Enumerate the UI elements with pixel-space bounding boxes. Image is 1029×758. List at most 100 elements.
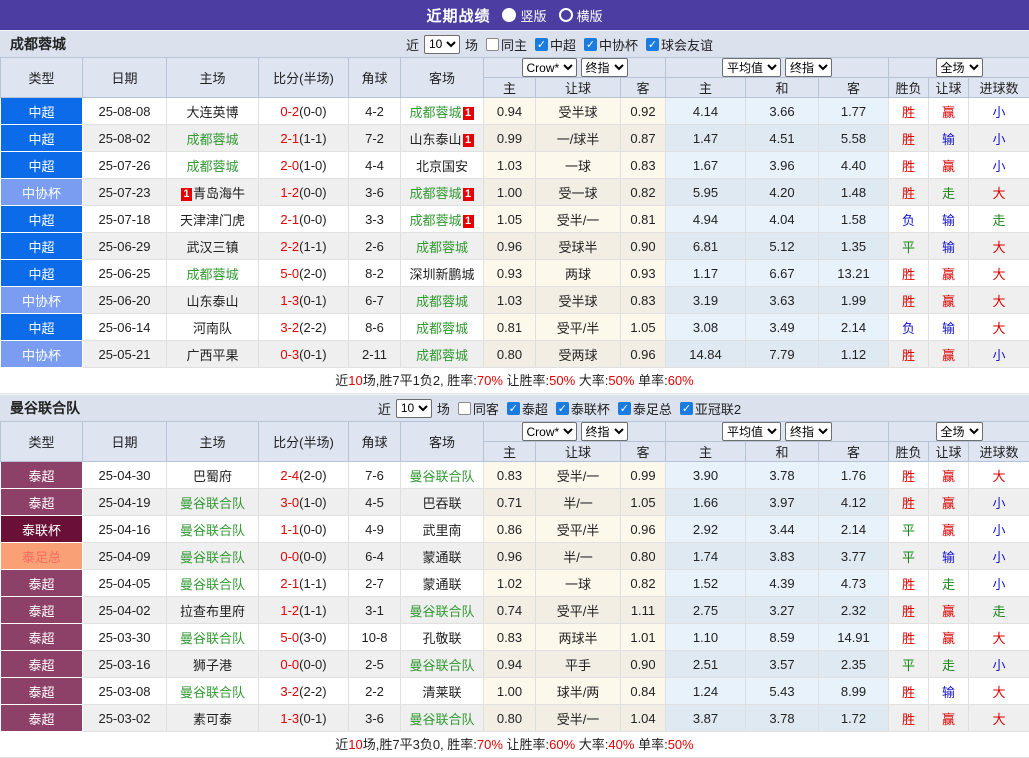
odds-stage-select[interactable]: 终指: [581, 58, 628, 77]
date-cell: 25-04-02: [83, 597, 167, 624]
radio-selected-icon[interactable]: [502, 8, 516, 22]
odds-book-select[interactable]: Crow*: [522, 422, 577, 441]
fulltime-score: 3-2: [280, 684, 299, 699]
filter-checkbox-同主[interactable]: 同主: [486, 35, 527, 54]
checkbox-checked-icon[interactable]: ✓: [646, 38, 659, 51]
avg-home-cell: 2.92: [666, 516, 746, 543]
fulltime-score: 1-2: [280, 185, 299, 200]
filter-checkbox-同客[interactable]: 同客: [458, 399, 499, 418]
filter-checkbox-泰超[interactable]: ✓泰超: [507, 399, 548, 418]
result-goals-cell: 大: [969, 462, 1029, 489]
sub-column-header: 主: [484, 78, 536, 98]
checkbox-checked-icon[interactable]: ✓: [556, 402, 569, 415]
scope-select[interactable]: 全场: [936, 422, 983, 441]
result-goals-cell: 大: [969, 624, 1029, 651]
filter-controls: 近10场同主✓中超✓中协杯✓球会友谊: [406, 35, 713, 54]
checkbox-checked-icon[interactable]: ✓: [507, 402, 520, 415]
near-count-select[interactable]: 10: [424, 35, 460, 54]
avg-away-cell: 8.99: [819, 678, 889, 705]
odds-away-cell: 0.83: [621, 287, 666, 314]
near-label: 近: [406, 35, 419, 54]
odds-away-cell: 0.83: [621, 152, 666, 179]
avg-home-cell: 5.95: [666, 179, 746, 206]
avg-stage-select[interactable]: 终指: [785, 422, 832, 441]
odds-stage-select[interactable]: 终指: [581, 422, 628, 441]
result-outcome-cell: 胜: [889, 597, 929, 624]
result-outcome-cell: 平: [889, 233, 929, 260]
competition-type-cell: 泰超: [1, 489, 83, 516]
avg-home-cell: 2.51: [666, 651, 746, 678]
avg-type-select[interactable]: 平均值: [722, 58, 781, 77]
filter-checkbox-中超[interactable]: ✓中超: [535, 35, 576, 54]
avg-type-select[interactable]: 平均值: [722, 422, 781, 441]
handicap-line-cell: 球半/两: [536, 678, 621, 705]
score-cell: 0-2(0-0): [259, 98, 349, 125]
filter-checkbox-泰联杯[interactable]: ✓泰联杯: [556, 399, 610, 418]
scope-select[interactable]: 全场: [936, 58, 983, 77]
result-outcome-cell: 胜: [889, 705, 929, 732]
column-header: 角球: [349, 422, 401, 462]
date-cell: 25-07-18: [83, 206, 167, 233]
checkbox-checked-icon[interactable]: ✓: [618, 402, 631, 415]
away-team-cell: 成都蓉城: [401, 314, 484, 341]
match-row: 泰超25-04-19曼谷联合队3-0(1-0)4-5巴吞联0.71半/一1.05…: [1, 489, 1029, 516]
avg-draw-cell: 3.27: [746, 597, 819, 624]
team-label: 武汉三镇: [186, 240, 238, 255]
result-goals-cell: 小: [969, 516, 1029, 543]
avg-stage-select[interactable]: 终指: [785, 58, 832, 77]
odds-home-cell: 1.03: [484, 152, 536, 179]
match-row: 中协杯25-06-20山东泰山1-3(0-1)6-7成都蓉城1.03受半球0.8…: [1, 287, 1029, 314]
fulltime-score: 2-1: [280, 131, 299, 146]
summary-segment: 60%: [668, 373, 694, 388]
avg-away-cell: 1.77: [819, 98, 889, 125]
result-goals-cell: 小: [969, 152, 1029, 179]
team-label: 曼谷联合队: [409, 658, 474, 673]
home-team-cell: 素可泰: [167, 705, 259, 732]
avg-away-cell: 1.48: [819, 179, 889, 206]
result-handicap-cell: 赢: [929, 98, 969, 125]
result-handicap-cell: 赢: [929, 341, 969, 368]
filter-checkbox-球会友谊[interactable]: ✓球会友谊: [646, 35, 713, 54]
checkbox-label: 同主: [501, 35, 527, 54]
layout-radio-horizontal[interactable]: 横版: [559, 6, 603, 25]
filter-checkbox-亚冠联2[interactable]: ✓亚冠联2: [680, 399, 741, 418]
checkbox-unchecked-icon[interactable]: [486, 38, 499, 51]
odds-book-select[interactable]: Crow*: [522, 58, 577, 77]
checkbox-checked-icon[interactable]: ✓: [535, 38, 548, 51]
checkbox-unchecked-icon[interactable]: [458, 402, 471, 415]
date-cell: 25-04-16: [83, 516, 167, 543]
match-row: 泰联杯25-04-16曼谷联合队1-1(0-0)4-9武里南0.86受平/半0.…: [1, 516, 1029, 543]
odds-away-cell: 0.90: [621, 651, 666, 678]
corner-cell: 2-5: [349, 651, 401, 678]
checkbox-checked-icon[interactable]: ✓: [584, 38, 597, 51]
avg-draw-cell: 3.78: [746, 462, 819, 489]
near-count-select[interactable]: 10: [396, 399, 432, 418]
match-row: 中超25-07-26成都蓉城2-0(1-0)4-4北京国安1.03一球0.831…: [1, 152, 1029, 179]
match-row: 泰超25-04-05曼谷联合队2-1(1-1)2-7蒙通联1.02一球0.821…: [1, 570, 1029, 597]
radio-unselected-icon[interactable]: [559, 8, 573, 22]
team-label: 山东泰山: [409, 132, 461, 147]
odds-home-cell: 1.00: [484, 179, 536, 206]
layout-radio-vertical[interactable]: 竖版: [502, 6, 546, 25]
filter-checkbox-中协杯[interactable]: ✓中协杯: [584, 35, 638, 54]
result-goals-cell: 小: [969, 125, 1029, 152]
competition-type-cell: 泰足总: [1, 543, 83, 570]
odds-away-cell: 1.05: [621, 314, 666, 341]
result-outcome-cell: 平: [889, 543, 929, 570]
halftime-score: (0-0): [299, 185, 326, 200]
section-filter-bar: 成都蓉城近10场同主✓中超✓中协杯✓球会友谊: [0, 30, 1029, 57]
summary-segment: 50%: [668, 737, 694, 752]
halftime-score: (0-0): [299, 657, 326, 672]
avg-draw-cell: 3.96: [746, 152, 819, 179]
odds-away-cell: 1.04: [621, 705, 666, 732]
date-cell: 25-03-02: [83, 705, 167, 732]
competition-type-cell: 中超: [1, 314, 83, 341]
team-label: 成都蓉城: [409, 105, 461, 120]
team-label: 成都蓉城: [186, 267, 238, 282]
odds-home-cell: 0.93: [484, 260, 536, 287]
team-name: 曼谷联合队: [10, 398, 80, 418]
avg-home-cell: 1.17: [666, 260, 746, 287]
competition-type-cell: 中协杯: [1, 287, 83, 314]
checkbox-checked-icon[interactable]: ✓: [680, 402, 693, 415]
filter-checkbox-泰足总[interactable]: ✓泰足总: [618, 399, 672, 418]
